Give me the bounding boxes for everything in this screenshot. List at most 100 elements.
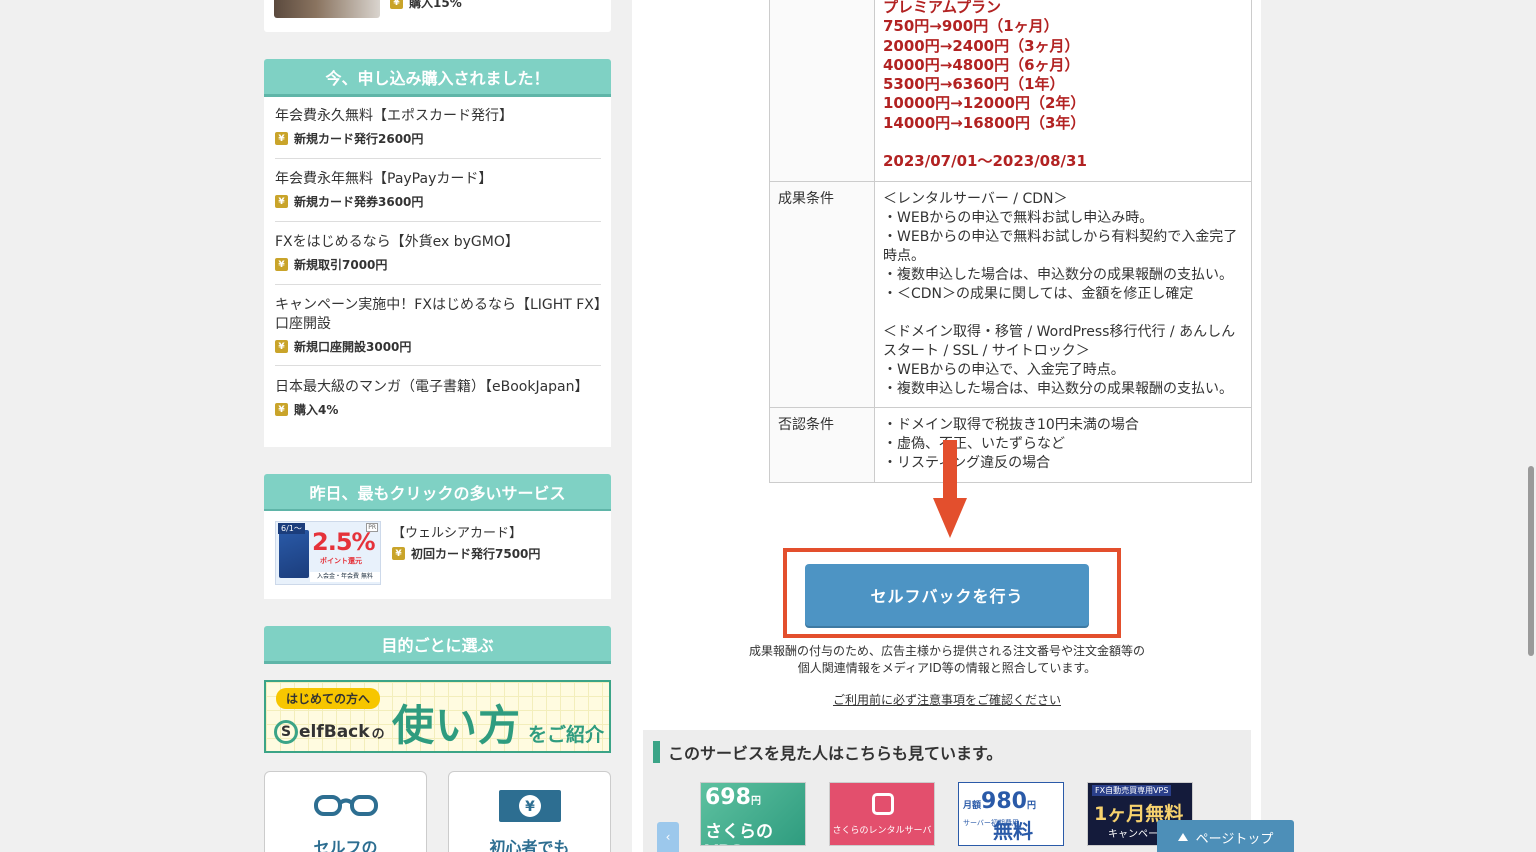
service-name-link[interactable]: 【ウェルシアカード】 [392,522,522,541]
privacy-note-line: 成果報酬の付与のため、広告主様から提供される注文番号や注文金額等の [748,644,1145,658]
banner-date-tag: 6/1〜 [278,523,305,534]
self-card-label: セルフの [313,838,378,852]
yen-icon: ¥ [275,195,288,208]
conditions-cell: ＜レンタルサーバー / CDN＞ ・WEBからの申込で無料お試し申込み時。 ・W… [874,180,1252,408]
triangle-up-icon [1177,833,1188,841]
yen-icon: ¥ [390,0,403,9]
reward-text: 新規カード発行2600円 [294,132,424,146]
banner-fee-text: 入会金・年会費 無料 [310,572,380,582]
yen-icon: ¥ [275,258,288,271]
top-clicks-panel: 6/1〜 PR 2.5% ポイント還元 入会金・年会費 無料 【ウェルシアカード… [264,511,611,599]
self-card[interactable]: セルフの [264,771,427,852]
how-to-use-banner[interactable]: はじめての方へ S elfBack の 使い方 をご紹介 [264,680,611,753]
notice-link[interactable]: ご利用前に必ず注意事項をご確認ください [700,691,1194,708]
logo-no: の [371,726,385,742]
list-item[interactable]: 年会費永年無料【PayPayカード】 ¥ 新規カード発券3600円 [275,170,601,222]
rejection-cell: ・ドメイン取得で税抜き10円未満の場合 ・虚偽、不正、いたずらなど ・リスティン… [874,406,1252,483]
product-thumbnail[interactable] [274,0,380,18]
ad-price-unit: 円 [750,796,761,807]
list-item-title[interactable]: 年会費永年無料【PayPayカード】 [275,170,601,189]
title-bar-decoration [653,741,660,763]
top-clicks-heading: 昨日、最もクリックの多いサービス [264,474,611,512]
sakura-rental-server-ad[interactable]: さくらのレンタルサーバ [829,782,935,846]
condition-line: ・複数申込した場合は、申込数分の成果報酬の支払い。 [883,266,1233,283]
plan-line: 2000円→2400円（3ヶ月） [883,36,1080,55]
yen-bill-icon: ¥ [499,790,561,822]
condition-line: ・WEBからの申込で無料お試し申込み時。 [883,209,1154,226]
reward-text: 新規カード発券3600円 [294,195,424,209]
scrollbar-thumb[interactable] [1528,466,1534,656]
selfback-button[interactable]: セルフバックを行う [805,564,1089,626]
sidebar-top-item[interactable]: ¥ 購入15% [264,0,611,32]
chevron-left-icon: ‹ [665,830,671,844]
logo-text: elfBack [299,722,370,742]
credit-card-image [279,530,309,578]
list-item[interactable]: 年会費永久無料【エポスカード発行】 ¥ 新規カード発行2600円 [275,107,601,159]
terms-table: プレミアムプラン 750円→900円（1ヶ月） 2000円→2400円（3ヶ月）… [769,0,1252,483]
ad-name: さくらのレンタルサーバ [832,826,932,836]
condition-line: ・＜CDN＞の成果に関しては、金額を修正し確定 [883,285,1194,302]
sakura-vps-ad[interactable]: 698円 さくらのVPS [700,782,806,846]
rejection-line: ・ドメイン取得で税抜き10円未満の場合 [883,416,1139,433]
plan-line: プレミアムプラン [883,0,1002,16]
rejection-row: 否認条件 ・ドメイン取得で税抜き10円未満の場合 ・虚偽、不正、いたずらなど ・… [769,406,1252,483]
plan-line: 10000円→12000円（2年） [883,94,1086,113]
reward-text: 新規取引7000円 [294,258,388,272]
plan-period: 2023/07/01〜2023/08/31 [883,152,1087,171]
purpose-heading: 目的ごとに選ぶ [264,626,611,664]
arrow-down-icon [933,440,967,538]
list-item-title[interactable]: 日本最大級のマンガ（電子書籍）【eBookJapan】 [275,378,601,397]
ad-price-unit: 円 [1026,801,1036,811]
ad-price: 698円 [705,785,761,810]
plan-line: 14000円→16800円（3年） [883,113,1086,132]
list-item-reward: ¥ 新規カード発行2600円 [275,130,601,147]
reward-text: 新規口座開設3000円 [294,340,412,354]
list-item[interactable]: 日本最大級のマンガ（電子書籍）【eBookJapan】 ¥ 購入4% [275,378,601,440]
banner-percent: 2.5% [312,528,376,556]
ad-price: 月額980円 [963,789,1036,814]
list-item-title[interactable]: FXをはじめるなら【外貨ex byGMO】 [275,233,601,252]
banner-point-text: ポイント還元 [320,557,362,565]
condition-line: ・WEBからの申込で無料お試しから有料契約で入金完了時点。 [883,228,1238,264]
list-item[interactable]: FXをはじめるなら【外貨ex byGMO】 ¥ 新規取引7000円 [275,233,601,285]
rejection-label: 否認条件 [769,406,875,483]
yen-icon: ¥ [275,340,288,353]
welcia-card-banner[interactable]: 6/1〜 PR 2.5% ポイント還元 入会金・年会費 無料 [275,521,381,585]
plan-line: 750円→900円（1ヶ月） [883,17,1059,36]
related-title: このサービスを見た人はこちらも見ています。 [653,740,1002,764]
yen-icon: ¥ [275,403,288,416]
beginner-card[interactable]: ¥ 初心者でも [448,771,611,852]
page-top-button[interactable]: ページトップ [1157,820,1294,852]
condition-spacer [883,304,1243,323]
yen-icon: ¥ [275,132,288,145]
condition-line: ＜レンタルサーバー / CDN＞ [883,190,1068,207]
privacy-note-line: 個人関連情報をメディアID等の情報と照合しています。 [797,661,1097,675]
conditions-label: 成果条件 [769,180,875,408]
plan-line: 5300円→6360円（1年） [883,75,1065,94]
ad-name: さくらのVPS [705,822,773,845]
list-item-title[interactable]: 年会費永久無料【エポスカード発行】 [275,107,601,126]
ad-free: 無料 [993,819,1033,843]
plan-price-cell: プレミアムプラン 750円→900円（1ヶ月） 2000円→2400円（3ヶ月）… [874,0,1252,182]
plan-line: 4000円→4800円（6ヶ月） [883,55,1080,74]
page-top-label: ページトップ [1195,831,1274,847]
list-item-reward: ¥ 購入4% [275,401,601,418]
logo-s-mark: S [274,720,298,744]
condition-line: ＜ドメイン取得・移管 / WordPress移行代行 / あんしんスタート / … [883,323,1236,359]
carousel-prev-button[interactable]: ‹ [657,822,679,852]
server-icon [872,793,894,815]
condition-line: ・複数申込した場合は、申込数分の成果報酬の支払い。 [883,380,1233,397]
list-item-title[interactable]: キャンペーン実施中！FXはじめるなら【LIGHT FX】口座開設 [275,296,601,334]
plan-spacer [883,133,1243,152]
server-980-ad[interactable]: 月額980円 サーバー初期費用 無料 [958,782,1064,846]
ad-price-number: 698 [705,785,751,810]
list-item[interactable]: キャンペーン実施中！FXはじめるなら【LIGHT FX】口座開設 ¥ 新規口座開設… [275,296,601,366]
recent-purchases-heading: 今、申し込み購入されました！ [264,59,611,97]
reward-text: 初回カード発行7500円 [411,547,541,561]
plan-lines: プレミアムプラン 750円→900円（1ヶ月） 2000円→2400円（3ヶ月）… [883,0,1243,171]
plan-row-label [769,0,875,182]
ad-price-number: 980 [981,789,1027,814]
ad-tag: FX自動売買専用VPS [1092,785,1172,796]
privacy-note: 成果報酬の付与のため、広告主様から提供される注文番号や注文金額等の 個人関連情報… [700,643,1194,677]
beginner-pill: はじめての方へ [276,688,381,709]
